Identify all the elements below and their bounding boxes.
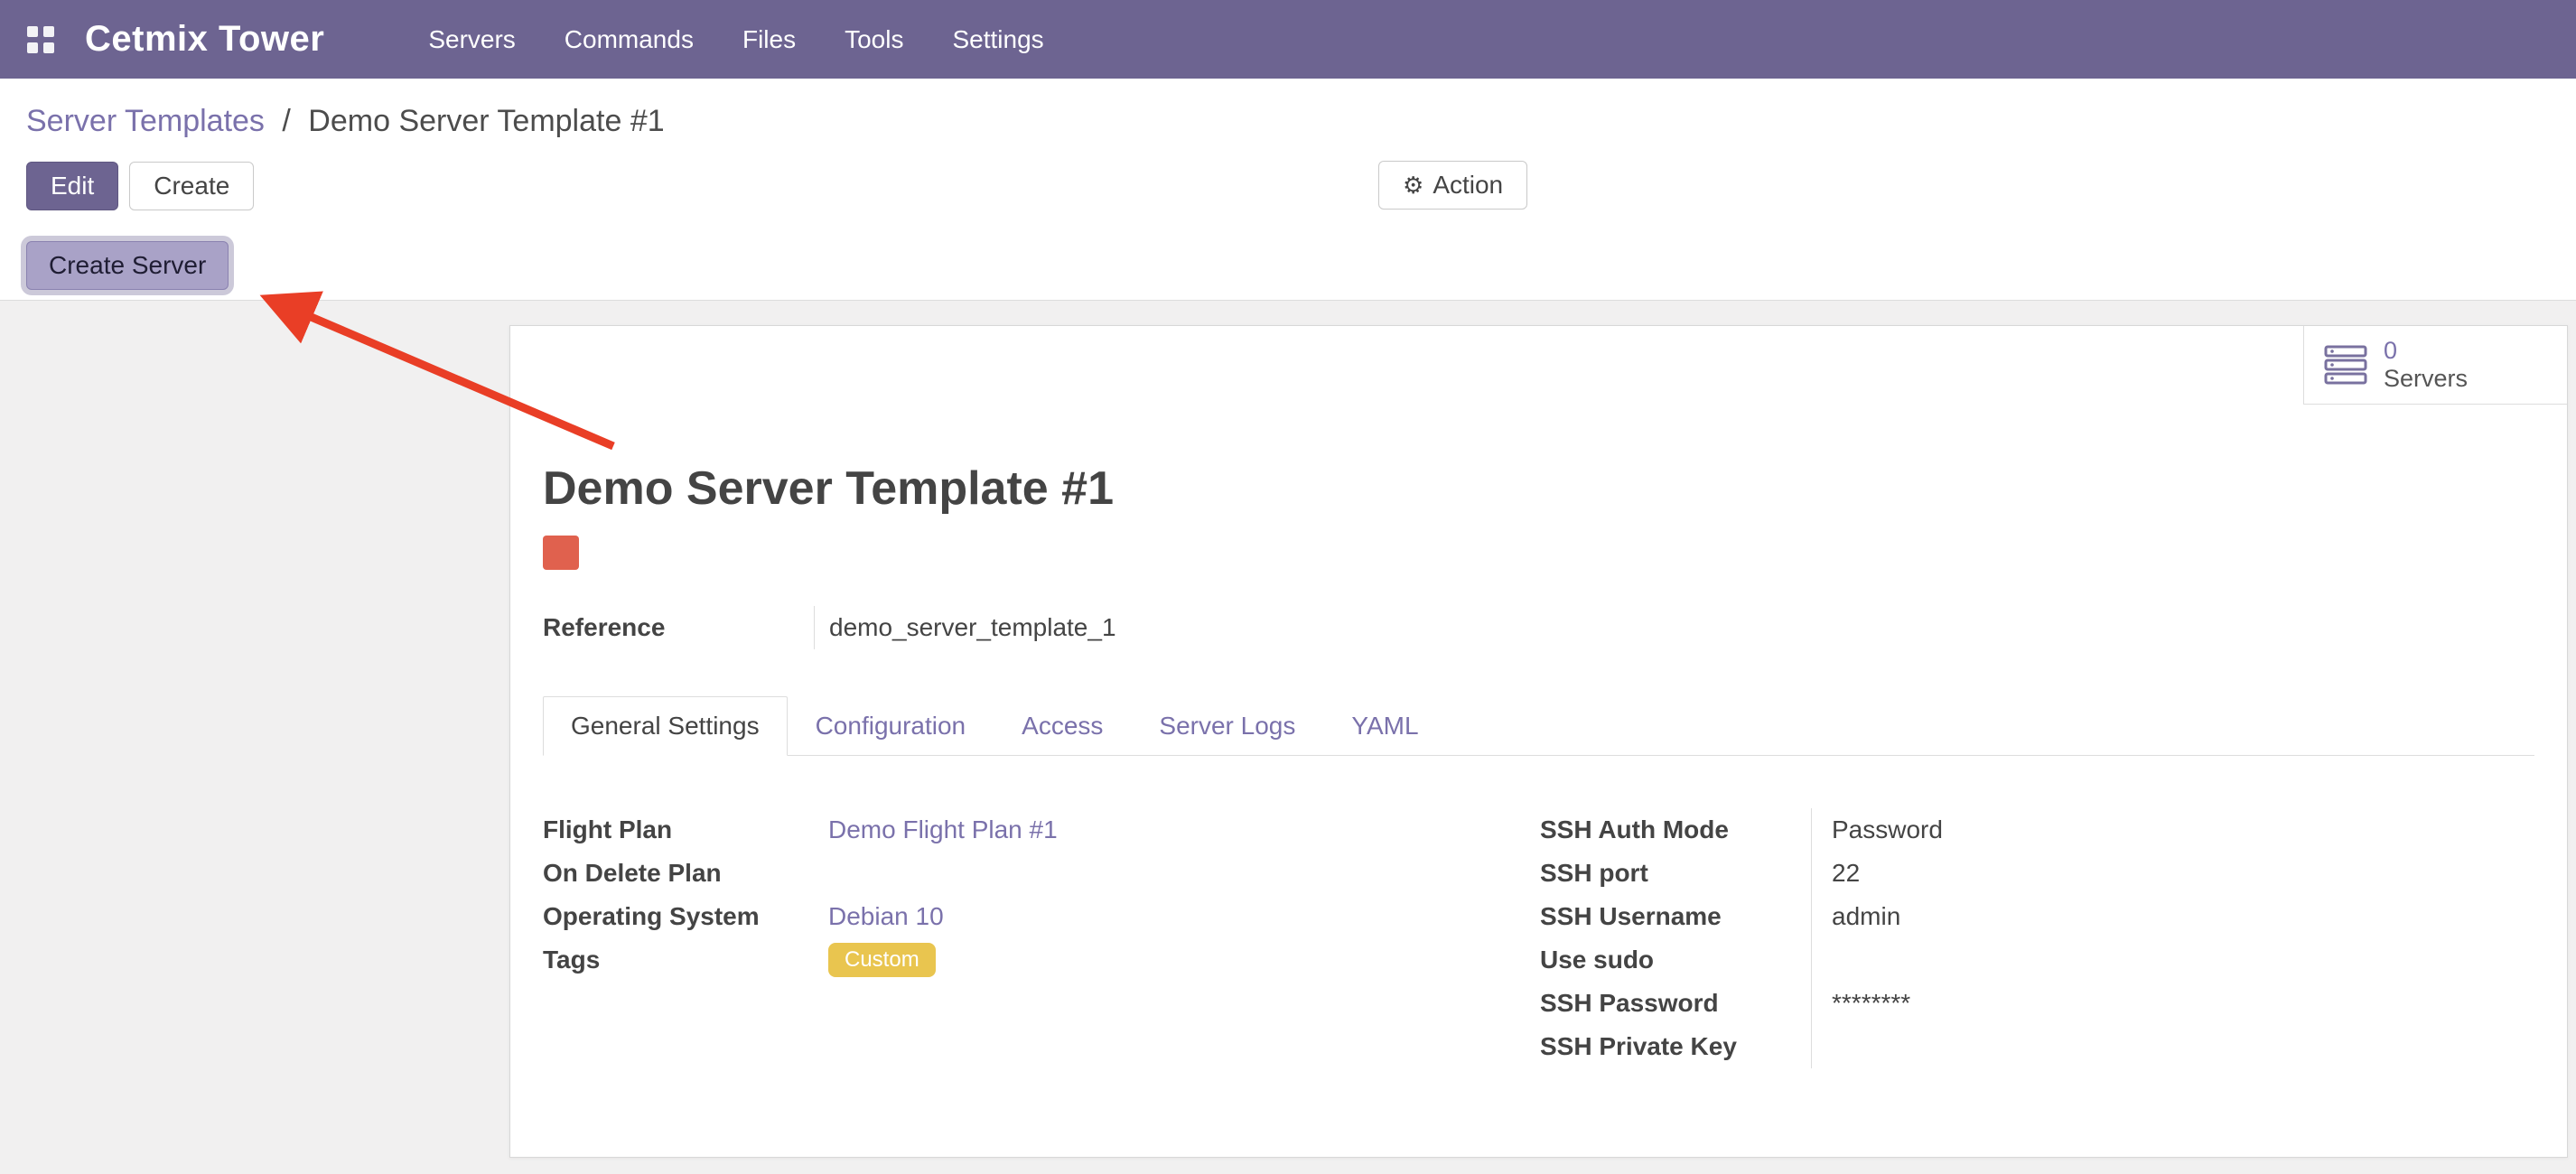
ssh-password-label: SSH Password [1540, 989, 1811, 1018]
use-sudo-value [1811, 938, 1832, 982]
record-title: Demo Server Template #1 [543, 461, 2534, 516]
on-delete-plan-label: On Delete Plan [543, 859, 814, 888]
ssh-username-label: SSH Username [1540, 902, 1811, 931]
action-menu-button[interactable]: ⚙ Action [1378, 161, 1527, 210]
field-row-ssh-port: SSH port 22 [1540, 852, 2534, 895]
action-menu-wrap: ⚙ Action [1378, 161, 1527, 210]
reference-field-row: Reference demo_server_template_1 [543, 606, 2534, 649]
field-row-ssh-auth-mode: SSH Auth Mode Password [1540, 808, 2534, 852]
sheet-body: Demo Server Template #1 Reference demo_s… [510, 326, 2567, 1068]
flight-plan-label: Flight Plan [543, 815, 814, 844]
nav-item-settings[interactable]: Settings [952, 25, 1043, 54]
field-group-left: Flight Plan Demo Flight Plan #1 On Delet… [543, 808, 1540, 1068]
tab-configuration[interactable]: Configuration [788, 696, 994, 756]
color-swatch[interactable] [543, 536, 579, 570]
field-row-ssh-password: SSH Password ******** [1540, 982, 2534, 1025]
content-area: 0 Servers Demo Server Template #1 Refere… [0, 301, 2576, 1174]
reference-label: Reference [543, 613, 814, 642]
tab-general-settings[interactable]: General Settings [543, 696, 788, 756]
ssh-private-key-value [1811, 1025, 1832, 1068]
ssh-port-value: 22 [1811, 852, 1860, 895]
record-sheet: 0 Servers Demo Server Template #1 Refere… [509, 325, 2568, 1158]
nav-item-servers[interactable]: Servers [428, 25, 515, 54]
tab-server-logs[interactable]: Server Logs [1131, 696, 1323, 756]
field-row-tags: Tags Custom [543, 938, 1540, 982]
flight-plan-value[interactable]: Demo Flight Plan #1 [814, 808, 1058, 852]
ssh-port-label: SSH port [1540, 859, 1811, 888]
create-button[interactable]: Create [129, 162, 254, 210]
ssh-private-key-label: SSH Private Key [1540, 1032, 1811, 1061]
field-group-right: SSH Auth Mode Password SSH port 22 SSH U… [1540, 808, 2534, 1068]
tags-value: Custom [814, 938, 936, 982]
on-delete-plan-value [814, 852, 828, 895]
tag-custom: Custom [828, 943, 936, 978]
nav-item-commands[interactable]: Commands [565, 25, 694, 54]
servers-stack-icon [2324, 345, 2367, 385]
notebook-tabs: General Settings Configuration Access Se… [543, 696, 2534, 756]
ssh-username-value: admin [1811, 895, 1900, 938]
action-buttons-row: Edit Create ⚙ Action [26, 161, 2550, 211]
field-row-ssh-private-key: SSH Private Key [1540, 1025, 2534, 1068]
navbar-menu: Servers Commands Files Tools Settings [428, 25, 1043, 54]
control-panel: Server Templates / Demo Server Template … [0, 79, 2576, 301]
ssh-password-value: ******** [1811, 982, 1910, 1025]
reference-value: demo_server_template_1 [814, 606, 1116, 649]
breadcrumb: Server Templates / Demo Server Template … [26, 104, 2550, 139]
tab-yaml[interactable]: YAML [1323, 696, 1446, 756]
servers-stat-button[interactable]: 0 Servers [2303, 326, 2567, 405]
field-row-ssh-username: SSH Username admin [1540, 895, 2534, 938]
breadcrumb-separator: / [282, 104, 290, 138]
nav-item-files[interactable]: Files [742, 25, 796, 54]
statusbar-row: Create Server [26, 241, 2550, 300]
field-row-use-sudo: Use sudo [1540, 938, 2534, 982]
action-menu-label: Action [1433, 171, 1503, 200]
field-row-flight-plan: Flight Plan Demo Flight Plan #1 [543, 808, 1540, 852]
breadcrumb-current: Demo Server Template #1 [308, 104, 664, 138]
top-navbar: Cetmix Tower Servers Commands Files Tool… [0, 0, 2576, 79]
ssh-auth-mode-label: SSH Auth Mode [1540, 815, 1811, 844]
field-groups: Flight Plan Demo Flight Plan #1 On Delet… [543, 808, 2534, 1068]
servers-count: 0 [2384, 337, 2468, 365]
servers-stat-text: 0 Servers [2384, 337, 2468, 393]
ssh-auth-mode-value: Password [1811, 808, 1943, 852]
apps-grid-icon[interactable] [27, 26, 54, 53]
breadcrumb-parent-link[interactable]: Server Templates [26, 104, 265, 138]
gear-icon: ⚙ [1403, 173, 1423, 197]
tab-access[interactable]: Access [994, 696, 1131, 756]
brand-title[interactable]: Cetmix Tower [85, 19, 324, 60]
nav-item-tools[interactable]: Tools [845, 25, 903, 54]
create-server-button[interactable]: Create Server [26, 241, 229, 290]
edit-button[interactable]: Edit [26, 162, 118, 210]
field-row-on-delete-plan: On Delete Plan [543, 852, 1540, 895]
field-row-operating-system: Operating System Debian 10 [543, 895, 1540, 938]
servers-label: Servers [2384, 365, 2468, 393]
operating-system-value[interactable]: Debian 10 [814, 895, 944, 938]
use-sudo-label: Use sudo [1540, 946, 1811, 974]
tags-label: Tags [543, 946, 814, 974]
operating-system-label: Operating System [543, 902, 814, 931]
